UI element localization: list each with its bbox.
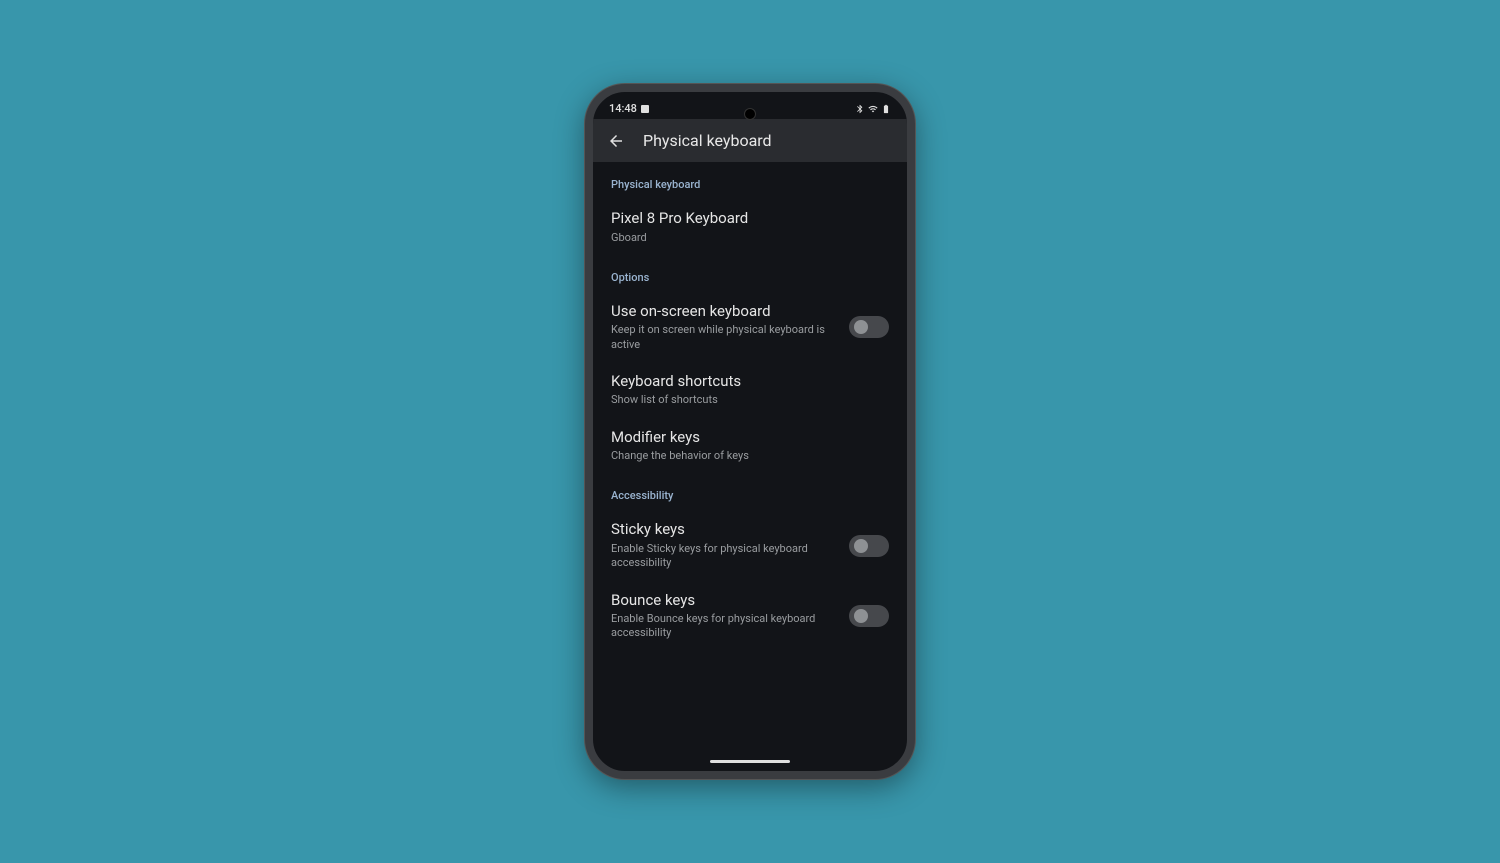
app-bar: Physical keyboard: [593, 119, 907, 162]
setting-title: Sticky keys: [611, 520, 837, 540]
gesture-nav-bar[interactable]: [710, 760, 790, 763]
setting-subtitle: Enable Bounce keys for physical keyboard…: [611, 612, 837, 641]
setting-sticky-keys[interactable]: Sticky keys Enable Sticky keys for physi…: [593, 510, 907, 580]
setting-title: Bounce keys: [611, 591, 837, 611]
setting-subtitle: Gboard: [611, 231, 877, 245]
settings-content: Physical keyboard Pixel 8 Pro Keyboard G…: [593, 162, 907, 651]
setting-subtitle: Keep it on screen while physical keyboar…: [611, 323, 837, 352]
setting-title: Use on-screen keyboard: [611, 302, 837, 322]
status-time: 14:48: [609, 102, 637, 115]
page-title: Physical keyboard: [643, 131, 772, 150]
setting-title: Keyboard shortcuts: [611, 372, 877, 392]
setting-bounce-keys[interactable]: Bounce keys Enable Bounce keys for physi…: [593, 581, 907, 651]
toggle-sticky-keys[interactable]: [849, 535, 889, 557]
setting-subtitle: Show list of shortcuts: [611, 393, 877, 407]
setting-title: Modifier keys: [611, 428, 877, 448]
setting-on-screen-keyboard[interactable]: Use on-screen keyboard Keep it on screen…: [593, 292, 907, 362]
section-header-accessibility: Accessibility: [593, 473, 907, 510]
section-header-physical-keyboard: Physical keyboard: [593, 162, 907, 199]
back-arrow-icon[interactable]: [607, 132, 625, 150]
setting-title: Pixel 8 Pro Keyboard: [611, 209, 877, 229]
toggle-bounce-keys[interactable]: [849, 605, 889, 627]
setting-subtitle: Change the behavior of keys: [611, 449, 877, 463]
wifi-icon: [868, 104, 878, 114]
setting-modifier-keys[interactable]: Modifier keys Change the behavior of key…: [593, 418, 907, 474]
toggle-on-screen-keyboard[interactable]: [849, 316, 889, 338]
section-header-options: Options: [593, 255, 907, 292]
setting-keyboard-device[interactable]: Pixel 8 Pro Keyboard Gboard: [593, 199, 907, 255]
camera-punch-hole: [744, 108, 756, 120]
setting-keyboard-shortcuts[interactable]: Keyboard shortcuts Show list of shortcut…: [593, 362, 907, 418]
notification-icon: [641, 105, 649, 113]
bluetooth-icon: [855, 104, 865, 114]
battery-icon: [881, 104, 891, 114]
phone-frame: 14:48 Physical keyboard Physical keyboar…: [585, 84, 915, 779]
setting-subtitle: Enable Sticky keys for physical keyboard…: [611, 542, 837, 571]
